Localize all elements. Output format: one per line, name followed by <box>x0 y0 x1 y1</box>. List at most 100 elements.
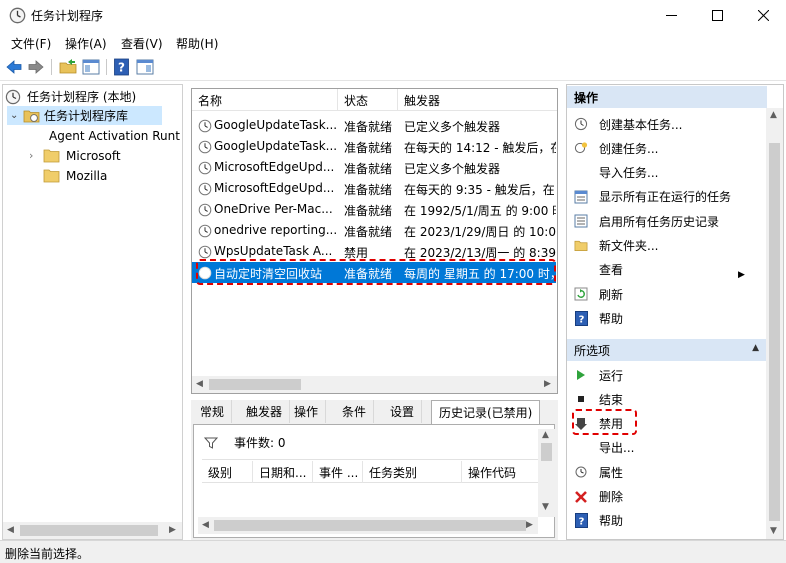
tab-general[interactable]: 常规 <box>193 400 233 423</box>
chevron-right-icon[interactable]: › <box>29 149 43 162</box>
tree-item-microsoft[interactable]: › Microsoft <box>29 146 121 165</box>
up-folder-icon[interactable] <box>59 58 77 76</box>
history-column-opcode[interactable]: 操作代码 <box>462 461 538 483</box>
tree-item-library[interactable]: ⌄ 任务计划程序库 <box>7 106 162 125</box>
table-row[interactable]: GoogleUpdateTask... 准备就绪 在每天的 14:12 - 触发后，… <box>192 136 556 157</box>
history-column-date[interactable]: 日期和... <box>253 461 313 483</box>
action-label: 禁用 <box>599 417 624 432</box>
forward-arrow-icon[interactable] <box>27 58 45 76</box>
table-row[interactable]: onedrive reporting... 准备就绪在 2023/1/29/周日 … <box>192 220 556 241</box>
close-button[interactable] <box>740 0 786 31</box>
selected-action-export[interactable]: 导出... <box>567 436 767 460</box>
table-row[interactable]: WpsUpdateTask A... 禁用 在 2023/2/13/周一 的 8:3… <box>192 241 556 262</box>
action-history[interactable]: 启用所有任务历史记录 <box>567 209 767 233</box>
history-icon <box>574 214 588 228</box>
action-label: 创建基本任务... <box>599 117 683 132</box>
toolbar: ? <box>0 54 786 81</box>
action-label: 启用所有任务历史记录 <box>599 214 720 229</box>
table-row[interactable]: 自动定时清空回收站 准备就绪 每周的 星期五 的 17:00 时， <box>192 262 556 283</box>
tree-item-agent-activation[interactable]: Agent Activation Runtime <box>43 126 181 145</box>
scroll-up-icon[interactable]: ▲ <box>770 110 777 120</box>
scroll-thumb[interactable] <box>20 525 158 536</box>
tab-triggers[interactable]: 触发器 <box>239 400 291 423</box>
tree-horizontal-scrollbar[interactable]: ◀ ▶ <box>3 522 182 539</box>
scroll-thumb[interactable] <box>541 443 552 461</box>
tab-conditions[interactable]: 条件 <box>335 400 375 423</box>
show-hide-tree-icon[interactable] <box>82 58 100 76</box>
history-column-event[interactable]: 事件 ... <box>313 461 363 483</box>
scroll-thumb[interactable] <box>209 379 301 390</box>
tab-actions[interactable]: 操作 <box>287 400 327 423</box>
action-create-task[interactable]: 创建任务... <box>567 136 767 160</box>
scroll-down-icon[interactable]: ▼ <box>542 502 549 512</box>
back-arrow-icon[interactable] <box>5 58 23 76</box>
history-horizontal-scrollbar[interactable]: ◀ ▶ <box>198 517 538 534</box>
menu-help[interactable]: 帮助(H) <box>176 35 218 52</box>
scroll-right-icon[interactable]: ▶ <box>544 379 551 389</box>
tree-item-label: Microsoft <box>66 148 121 163</box>
scroll-thumb[interactable] <box>214 520 526 531</box>
selected-item-header[interactable]: 所选项 ▲ <box>567 339 767 361</box>
table-row[interactable]: GoogleUpdateTask... 准备就绪 已定义多个触发器 <box>192 115 556 136</box>
action-folder[interactable]: 新文件夹... <box>567 234 767 258</box>
scroll-down-icon[interactable]: ▼ <box>770 526 777 536</box>
menu-file[interactable]: 文件(F) <box>11 35 51 52</box>
scroll-right-icon[interactable]: ▶ <box>526 520 533 530</box>
action-create-basic-task[interactable]: 创建基本任务... <box>567 112 767 136</box>
tab-settings[interactable]: 设置 <box>383 400 423 423</box>
detail-pane: 常规 触发器 操作 条件 设置 历史记录(已禁用) 事件数: 0 级别 日期和.… <box>191 400 558 540</box>
filter-icon[interactable] <box>204 437 218 449</box>
selected-action-stop[interactable]: 结束 <box>567 387 767 411</box>
table-row[interactable]: MicrosoftEdgeUpd... 准备就绪 在每天的 9:35 - 触发后，在 <box>192 178 556 199</box>
menu-view[interactable]: 查看(V) <box>121 35 163 52</box>
scroll-left-icon[interactable]: ◀ <box>196 379 203 389</box>
show-hide-action-pane-icon[interactable] <box>136 58 154 76</box>
action-label: 创建任务... <box>599 141 659 156</box>
action-view[interactable]: 查看 <box>567 258 767 282</box>
table-row[interactable]: OneDrive Per-Mac... 准备就绪在 1992/5/1/周五 的 9… <box>192 199 556 220</box>
collapse-up-icon[interactable]: ▲ <box>752 343 759 353</box>
selected-action-run[interactable]: 运行 <box>567 363 767 387</box>
task-trigger: 在 2023/2/13/周一 的 8:39 <box>404 246 556 260</box>
action-import[interactable]: 导入任务... <box>567 161 767 185</box>
history-column-level[interactable]: 级别 <box>202 461 253 483</box>
action-running-tasks[interactable]: 显示所有正在运行的任务 <box>567 185 767 209</box>
task-status: 准备就绪 <box>344 120 393 134</box>
task-status: 准备就绪 <box>344 204 393 218</box>
selected-action-properties[interactable]: 属性 <box>567 460 767 484</box>
selected-action-delete[interactable]: 删除 <box>567 485 767 509</box>
action-label: 显示所有正在运行的任务 <box>599 190 732 205</box>
column-header-status[interactable]: 状态 <box>338 89 398 111</box>
action-help[interactable]: ? 帮助 <box>567 306 767 330</box>
tree-item-mozilla[interactable]: Mozilla <box>43 166 107 185</box>
help-toolbar-icon[interactable]: ? <box>113 58 131 76</box>
scroll-up-icon[interactable]: ▲ <box>542 430 549 440</box>
chevron-down-icon[interactable]: ⌄ <box>10 110 23 121</box>
tab-history[interactable]: 历史记录(已禁用) <box>431 400 541 424</box>
scroll-left-icon[interactable]: ◀ <box>7 525 14 535</box>
action-refresh[interactable]: 刷新 <box>567 282 767 306</box>
task-list-horizontal-scrollbar[interactable]: ◀ ▶ <box>192 376 557 393</box>
task-trigger: 在 2023/1/29/周日 的 10:04 <box>404 225 556 239</box>
tree-item-root[interactable]: 任务计划程序 (本地) <box>5 87 136 106</box>
scroll-left-icon[interactable]: ◀ <box>202 520 209 530</box>
import-icon <box>574 166 588 180</box>
task-list-pane: 名称 状态 触发器 GoogleUpdateTask... 准备就绪 已定义多个触发… <box>191 88 558 394</box>
maximize-button[interactable] <box>694 0 740 31</box>
history-vertical-scrollbar[interactable]: ▲ ▼ <box>538 429 555 517</box>
delete-icon <box>574 490 588 504</box>
actions-vertical-scrollbar[interactable]: ▲ ▼ <box>766 108 783 539</box>
history-column-category[interactable]: 任务类别 <box>363 461 462 483</box>
task-trigger: 在每天的 14:12 - 触发后，在 <box>404 141 556 155</box>
scroll-right-icon[interactable]: ▶ <box>169 525 176 535</box>
table-row[interactable]: MicrosoftEdgeUpd... 准备就绪 已定义多个触发器 <box>192 157 556 178</box>
tree-pane: 任务计划程序 (本地) ⌄ 任务计划程序库 Agent Activation R… <box>2 84 183 540</box>
selected-action-disable[interactable]: 禁用 <box>567 412 767 436</box>
minimize-button[interactable] <box>648 0 694 31</box>
menu-action[interactable]: 操作(A) <box>65 35 107 52</box>
selected-actions-list: 运行 结束禁用导出... 属性 删除? 帮助 <box>567 363 767 538</box>
selected-action-help[interactable]: ? 帮助 <box>567 509 767 533</box>
column-header-name[interactable]: 名称 <box>192 89 338 111</box>
scroll-thumb[interactable] <box>769 143 780 521</box>
column-header-trigger[interactable]: 触发器 <box>398 89 557 111</box>
